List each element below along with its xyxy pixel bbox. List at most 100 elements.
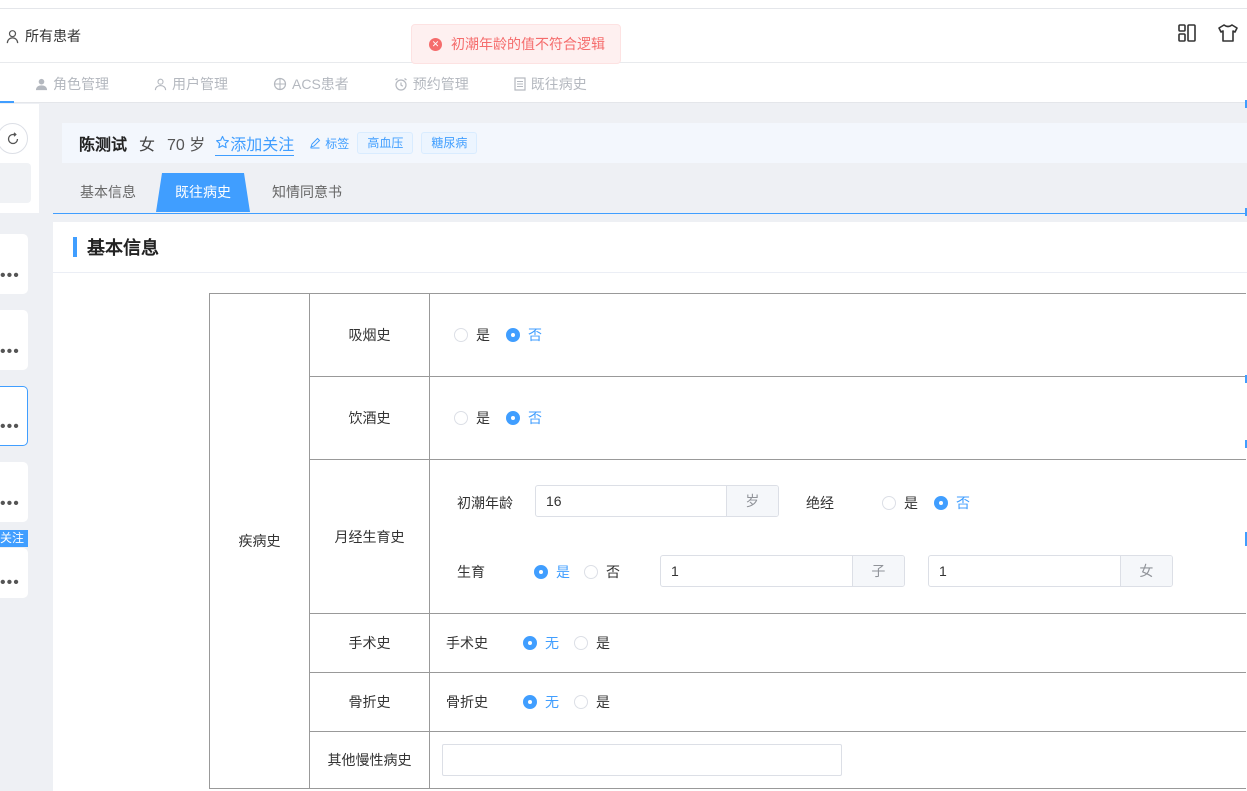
more-icon[interactable]: ••• xyxy=(0,575,20,591)
menarche-age-input[interactable]: 16 岁 xyxy=(535,485,779,517)
more-icon[interactable]: ••• xyxy=(0,344,20,360)
radio-circle xyxy=(584,565,598,579)
category-cell: 疾病史 xyxy=(209,293,310,789)
add-follow-label: 添加关注 xyxy=(230,136,295,154)
birth-no-radio[interactable]: 否 xyxy=(584,562,620,582)
record-tabs: 基本信息 既往病史 知情同意书 xyxy=(53,173,1247,214)
patient-card[interactable]: ••• xyxy=(0,310,28,370)
nav-bar: 角色管理 用户管理 ACS患者 预约管理 既往病史 xyxy=(0,63,1247,103)
more-icon[interactable]: ••• xyxy=(0,496,20,512)
fracture-label: 骨折史 xyxy=(309,672,430,732)
radio-label: 否 xyxy=(606,564,620,580)
radio-label: 是 xyxy=(476,410,490,426)
smoking-no-radio[interactable]: 否 xyxy=(506,325,542,345)
content-panel: 基本信息 疾病史 吸烟史 是 否 饮酒史 是 否 月经生育史 初潮年龄 16 岁… xyxy=(53,222,1247,791)
fracture-inner-label: 骨折史 xyxy=(446,694,488,710)
crosshair-icon xyxy=(273,77,287,91)
menstrual-fields: 初潮年龄 16 岁 绝经 是 否 生育 是 否 1 子 1 女 xyxy=(429,459,1246,614)
patient-card[interactable]: ••• xyxy=(0,548,28,598)
layout-icon[interactable] xyxy=(1177,23,1197,46)
radio-circle xyxy=(574,636,588,650)
nav-item-role-management[interactable]: 角色管理 xyxy=(35,74,109,94)
daughters-value: 1 xyxy=(939,563,947,579)
tab-consent-form[interactable]: 知情同意书 xyxy=(261,173,353,212)
patient-card[interactable]: ••• xyxy=(0,462,28,522)
surgery-options: 手术史 无 是 xyxy=(429,613,1246,673)
nav-item-appointments[interactable]: 预约管理 xyxy=(394,74,469,94)
radio-circle xyxy=(454,411,468,425)
menopause-yes-radio[interactable]: 是 xyxy=(882,493,918,513)
radio-circle xyxy=(506,328,520,342)
document-icon xyxy=(514,77,526,91)
daughters-unit: 女 xyxy=(1119,556,1172,586)
search-box[interactable] xyxy=(0,163,31,203)
menopause-no-radio[interactable]: 否 xyxy=(934,493,970,513)
fracture-none-radio[interactable]: 无 xyxy=(523,692,559,712)
smoking-options: 是 否 xyxy=(429,293,1246,377)
birth-yes-radio[interactable]: 是 xyxy=(534,562,570,582)
title-accent-bar xyxy=(73,237,77,257)
top-strip xyxy=(0,0,1247,9)
nav-label: 既往病史 xyxy=(530,76,587,92)
patient-card-active[interactable]: ••• xyxy=(0,386,28,446)
chronic-disease-input[interactable] xyxy=(442,744,842,776)
tag-link[interactable]: 标签 xyxy=(309,135,349,152)
menarche-unit: 岁 xyxy=(725,486,778,516)
radio-circle xyxy=(523,636,537,650)
tag-hypertension: 高血压 xyxy=(357,132,414,154)
nav-label: ACS患者 xyxy=(292,76,349,92)
radio-label: 是 xyxy=(596,635,610,651)
tab-past-history[interactable]: 既往病史 xyxy=(156,173,250,212)
drinking-label: 饮酒史 xyxy=(309,376,430,460)
radio-circle xyxy=(934,496,948,510)
radio-circle xyxy=(574,695,588,709)
nav-item-acs-patients[interactable]: ACS患者 xyxy=(273,74,349,94)
smoking-yes-radio[interactable]: 是 xyxy=(454,325,490,345)
nav-label: 角色管理 xyxy=(53,76,109,92)
patient-info-bar: 陈测试 女 70 岁 添加关注 标签 高血压 糖尿病 xyxy=(62,123,1247,163)
drinking-options: 是 否 xyxy=(429,376,1246,460)
all-patients-link[interactable]: 所有患者 xyxy=(5,26,81,46)
nav-label: 预约管理 xyxy=(412,76,469,92)
user-outline-icon xyxy=(154,78,167,91)
error-toast: ✕ 初潮年龄的值不符合逻辑 xyxy=(411,24,621,64)
add-follow-link[interactable]: 添加关注 xyxy=(215,131,295,156)
radio-circle xyxy=(882,496,896,510)
drinking-no-radio[interactable]: 否 xyxy=(506,408,542,428)
patient-name: 陈测试 xyxy=(79,137,128,154)
menstrual-label: 月经生育史 xyxy=(309,459,430,614)
tab-basic-info[interactable]: 基本信息 xyxy=(67,173,149,212)
nav-item-past-history[interactable]: 既往病史 xyxy=(514,74,587,94)
drinking-yes-radio[interactable]: 是 xyxy=(454,408,490,428)
more-icon[interactable]: ••• xyxy=(0,268,20,284)
daughters-count-input[interactable]: 1 女 xyxy=(928,555,1173,587)
patient-age: 70 岁 xyxy=(167,137,206,154)
radio-label: 是 xyxy=(596,694,610,710)
radio-label: 是 xyxy=(904,495,918,511)
star-icon xyxy=(216,135,230,149)
fracture-options: 骨折史 无 是 xyxy=(429,672,1246,732)
sons-value: 1 xyxy=(671,563,679,579)
surgery-yes-radio[interactable]: 是 xyxy=(574,633,610,653)
refresh-icon xyxy=(7,131,18,144)
radio-circle xyxy=(523,695,537,709)
sons-count-input[interactable]: 1 子 xyxy=(660,555,905,587)
radio-circle xyxy=(534,565,548,579)
radio-label: 否 xyxy=(528,327,542,343)
error-icon: ✕ xyxy=(429,37,442,51)
patient-card[interactable]: ••• xyxy=(0,234,28,294)
tag-link-label: 标签 xyxy=(325,136,350,151)
radio-label: 否 xyxy=(528,410,542,426)
skin-icon[interactable] xyxy=(1217,23,1239,46)
patient-sex: 女 xyxy=(139,137,156,154)
fracture-yes-radio[interactable]: 是 xyxy=(574,692,610,712)
user-icon xyxy=(6,29,19,43)
radio-label: 是 xyxy=(476,327,490,343)
radio-label: 无 xyxy=(545,694,559,710)
surgery-none-radio[interactable]: 无 xyxy=(523,633,559,653)
more-icon[interactable]: ••• xyxy=(0,419,20,435)
nav-label: 用户管理 xyxy=(172,76,228,92)
nav-item-user-management[interactable]: 用户管理 xyxy=(154,74,228,94)
section-title: 基本信息 xyxy=(73,236,159,258)
header: 所有患者 xyxy=(0,9,1247,63)
